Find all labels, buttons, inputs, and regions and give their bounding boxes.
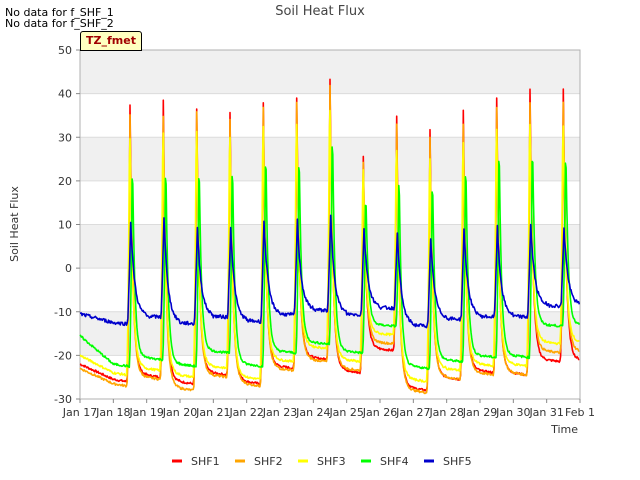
x-tick-label: Feb 1 (565, 406, 595, 419)
x-tick-label: Jan 23 (262, 406, 297, 419)
x-tick-label: Jan 21 (195, 406, 230, 419)
y-tick-label: 20 (58, 175, 72, 188)
legend-label-shf2: SHF2 (254, 455, 283, 468)
y-tick-label: -30 (54, 393, 72, 406)
tz-label-box: TZ_fmet (80, 31, 142, 51)
y-tick-label: 10 (58, 219, 72, 232)
x-tick-label: Jan 26 (362, 406, 397, 419)
legend-label-shf1: SHF1 (191, 455, 220, 468)
x-tick-label: Jan 22 (228, 406, 263, 419)
x-tick-label: Jan 18 (95, 406, 130, 419)
y-axis-label: Soil Heat Flux (8, 186, 21, 262)
y-tick-label: 0 (65, 262, 72, 275)
legend: SHF1 SHF2 SHF3 SHF4 SHF5 (172, 455, 472, 468)
x-tick-label: Jan 24 (295, 406, 330, 419)
x-tick-label: Jan 29 (462, 406, 497, 419)
legend-label-shf5: SHF5 (443, 455, 472, 468)
y-tick-label: 30 (58, 131, 72, 144)
legend-label-shf4: SHF4 (380, 455, 409, 468)
y-tick-label: -10 (54, 306, 72, 319)
y-tick-label: -20 (54, 349, 72, 362)
chart-title: Soil Heat Flux (275, 4, 365, 19)
x-tick-label: Jan 27 (395, 406, 430, 419)
x-tick-label: Jan 31 (528, 406, 563, 419)
x-tick-label: Jan 30 (495, 406, 530, 419)
x-tick-label: Jan 17 (62, 406, 97, 419)
x-axis-label: Time (550, 423, 578, 436)
x-tick-label: Jan 25 (328, 406, 363, 419)
soil-heat-flux-chart: -30-20-1001020304050Jan 17Jan 18Jan 19Ja… (8, 4, 595, 468)
y-tick-label: 50 (58, 44, 72, 57)
legend-label-shf3: SHF3 (317, 455, 346, 468)
x-tick-label: Jan 20 (162, 406, 197, 419)
y-tick-label: 40 (58, 88, 72, 101)
x-tick-label: Jan 19 (128, 406, 163, 419)
x-tick-label: Jan 28 (428, 406, 463, 419)
